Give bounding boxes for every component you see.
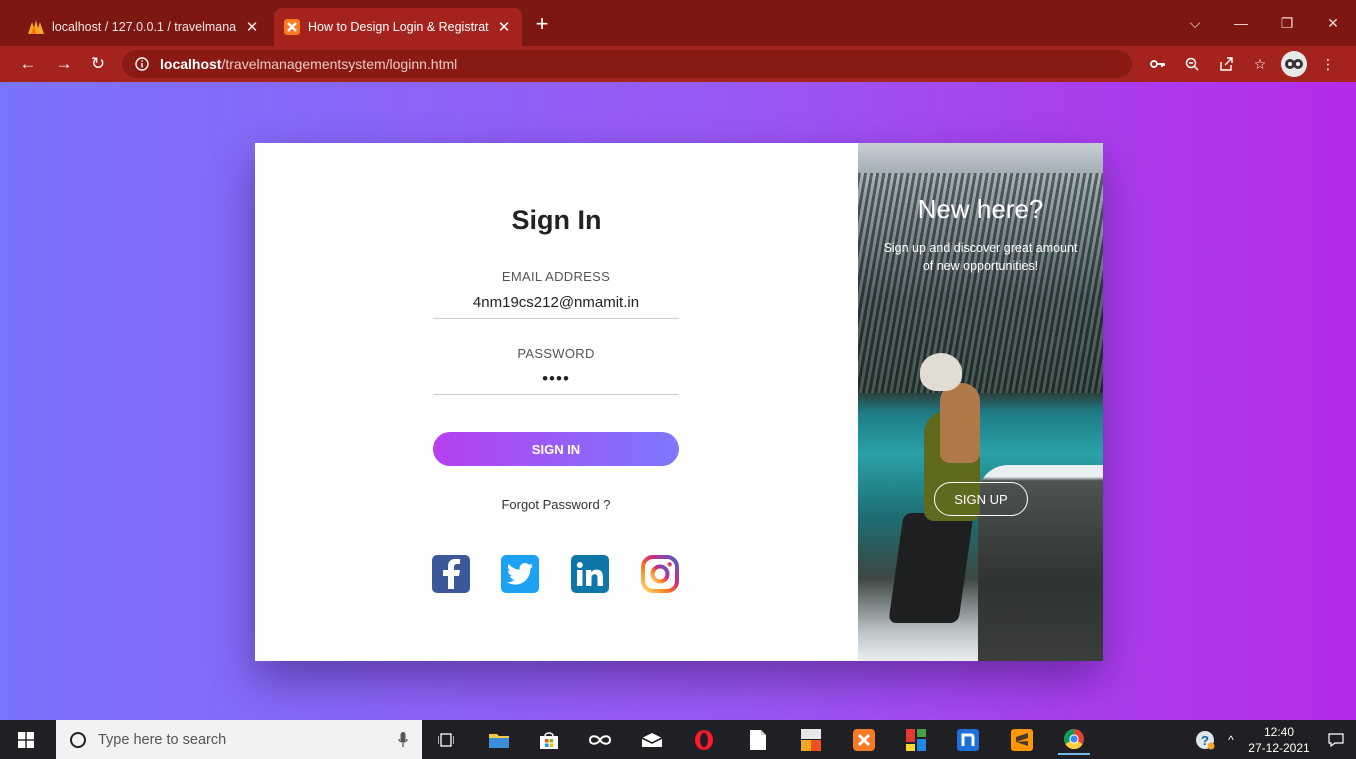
- hiker-hat: [920, 353, 962, 391]
- new-tab-button[interactable]: +: [530, 12, 554, 36]
- profile-avatar[interactable]: [1280, 50, 1308, 78]
- email-label: EMAIL ADDRESS: [501, 269, 611, 284]
- zoom-icon[interactable]: [1178, 50, 1206, 78]
- promo-title: New here?: [917, 194, 1044, 224]
- xampp-icon: [284, 19, 300, 35]
- file-explorer-icon[interactable]: [483, 725, 515, 755]
- page-background: Sign In EMAIL ADDRESS 4nm19cs212@nmamit.…: [0, 82, 1356, 720]
- forward-arrow-icon[interactable]: →: [50, 50, 78, 78]
- tab-close-icon[interactable]: ✕: [496, 18, 512, 36]
- promo-image-panel: New here? Sign up and discover great amo…: [858, 143, 1103, 661]
- arduino-infinity-icon[interactable]: [584, 725, 616, 755]
- ms-office-icon[interactable]: [795, 725, 827, 755]
- tab-login-design[interactable]: How to Design Login & Registrat ✕: [274, 8, 522, 46]
- toolbar-icons: ☆ ⋮: [1144, 50, 1342, 78]
- menu-dots-icon[interactable]: ⋮: [1314, 50, 1342, 78]
- password-field[interactable]: ••••: [433, 369, 679, 389]
- reload-icon[interactable]: ↻: [84, 50, 112, 78]
- address-bar[interactable]: localhost/travelmanagementsystem/loginn.…: [122, 50, 1132, 78]
- key-icon[interactable]: [1144, 50, 1172, 78]
- colorful-app-icon[interactable]: [900, 725, 932, 755]
- sign-in-button[interactable]: SIGN IN: [433, 432, 679, 466]
- email-field[interactable]: 4nm19cs212@nmamit.in: [433, 294, 679, 311]
- tab-search-chevron-icon[interactable]: ⌵: [1172, 8, 1218, 38]
- instagram-icon[interactable]: [641, 555, 679, 593]
- url-path: /travelmanagementsystem/loginn.html: [221, 56, 458, 72]
- info-icon[interactable]: [134, 56, 150, 72]
- system-tray: ? ^ 12:40 27-12-2021: [1190, 720, 1356, 759]
- phpmyadmin-icon: [28, 19, 44, 35]
- sublime-text-icon[interactable]: [1006, 725, 1038, 755]
- store-icon[interactable]: [533, 725, 565, 755]
- forgot-password-link[interactable]: Forgot Password ?: [433, 497, 679, 512]
- xampp-taskbar-icon[interactable]: [848, 725, 880, 755]
- microphone-icon[interactable]: [398, 732, 408, 748]
- n-app-icon[interactable]: [952, 725, 984, 755]
- linkedin-icon[interactable]: [571, 555, 609, 593]
- browser-toolbar: ← → ↻ localhost/travelmanagementsystem/l…: [0, 46, 1356, 82]
- minimize-icon[interactable]: —: [1218, 8, 1264, 38]
- sign-in-title: Sign In: [511, 205, 602, 235]
- search-placeholder: Type here to search: [98, 731, 227, 748]
- tray-chevron-up-icon[interactable]: ^: [1220, 725, 1242, 755]
- tab-phpmyadmin[interactable]: localhost / 127.0.0.1 / travelmana ✕: [18, 8, 270, 46]
- window-close-icon[interactable]: ✕: [1310, 8, 1356, 38]
- back-arrow-icon[interactable]: ←: [14, 50, 42, 78]
- hiker-legs: [888, 513, 974, 623]
- browser-tab-bar: localhost / 127.0.0.1 / travelmana ✕ How…: [0, 0, 1356, 46]
- email-underline: [433, 318, 679, 319]
- window-controls: ⌵ — ❐ ✕: [1172, 8, 1356, 38]
- taskbar-search-input[interactable]: Type here to search: [56, 720, 422, 759]
- hiker-hair: [940, 383, 980, 463]
- clock-date: 27-12-2021: [1248, 740, 1310, 755]
- tab-title: localhost / 127.0.0.1 / travelmana: [52, 20, 237, 34]
- sign-up-button[interactable]: SIGN UP: [934, 482, 1028, 516]
- clock-time: 12:40: [1263, 724, 1295, 739]
- help-icon[interactable]: ?: [1190, 725, 1220, 755]
- chrome-icon[interactable]: [1058, 725, 1090, 755]
- windows-start-icon[interactable]: [0, 720, 52, 759]
- url-host: localhost: [160, 56, 222, 72]
- tab-close-icon[interactable]: ✕: [244, 18, 260, 36]
- star-icon[interactable]: ☆: [1246, 50, 1274, 78]
- notepad-file-icon[interactable]: [742, 725, 774, 755]
- taskbar-clock[interactable]: 12:40 27-12-2021: [1242, 724, 1316, 756]
- tab-title: How to Design Login & Registrat: [308, 20, 489, 34]
- notification-icon[interactable]: [1316, 725, 1356, 755]
- login-card: Sign In EMAIL ADDRESS 4nm19cs212@nmamit.…: [255, 143, 1103, 661]
- cortana-icon: [70, 731, 86, 748]
- opera-icon[interactable]: [688, 725, 720, 755]
- twitter-icon[interactable]: [501, 555, 539, 593]
- password-underline: [433, 394, 679, 395]
- facebook-icon[interactable]: [432, 555, 470, 593]
- restore-icon[interactable]: ❐: [1264, 8, 1310, 38]
- password-label: PASSWORD: [517, 346, 595, 361]
- mail-icon[interactable]: [636, 725, 668, 755]
- windows-taskbar: Type here to search ? ^ 12:40 27-12-2021: [0, 720, 1356, 759]
- sign-in-panel: Sign In EMAIL ADDRESS 4nm19cs212@nmamit.…: [255, 143, 858, 661]
- share-icon[interactable]: [1212, 50, 1240, 78]
- promo-subtitle: Sign up and discover great amount of new…: [883, 241, 1078, 273]
- task-view-icon[interactable]: [430, 725, 462, 755]
